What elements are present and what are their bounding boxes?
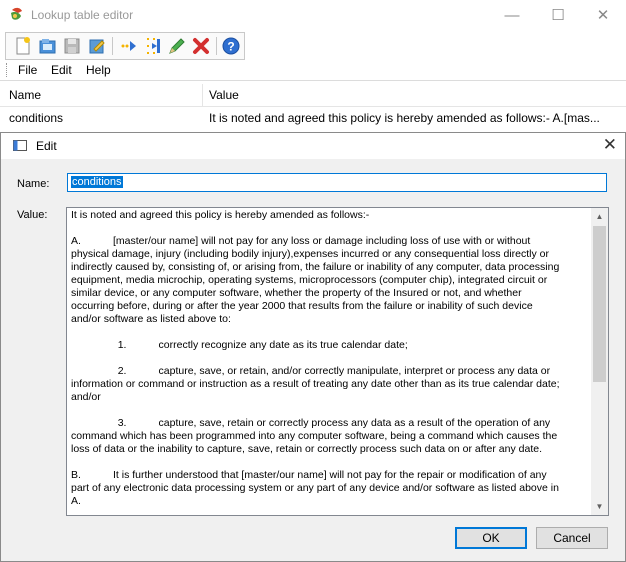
value-textarea[interactable]: It is noted and agreed this policy is he… xyxy=(66,207,609,516)
edit-pencil-icon[interactable] xyxy=(167,36,187,56)
grid-header: Name Value xyxy=(0,84,626,107)
scroll-up-arrow-icon[interactable]: ▲ xyxy=(591,208,608,225)
scrollbar-thumb[interactable] xyxy=(593,226,606,382)
delete-icon[interactable] xyxy=(191,36,211,56)
menu-grip xyxy=(6,63,9,77)
toolbar-separator xyxy=(112,37,113,55)
table-row[interactable]: conditions It is noted and agreed this p… xyxy=(0,107,626,129)
help-icon[interactable]: ? xyxy=(221,36,241,56)
name-input[interactable]: conditions xyxy=(67,173,607,192)
maximize-button[interactable]: ☐ xyxy=(535,0,581,31)
menu-edit[interactable]: Edit xyxy=(51,63,72,77)
column-header-name[interactable]: Name xyxy=(9,88,41,102)
run-icon[interactable] xyxy=(119,36,139,56)
dialog-titlebar: Edit ✕ xyxy=(1,133,625,159)
scroll-down-arrow-icon[interactable]: ▼ xyxy=(591,498,608,515)
menu-file[interactable]: File xyxy=(18,63,37,77)
save-icon[interactable] xyxy=(62,36,82,56)
edit-dialog: Edit ✕ Name: conditions Value: It is not… xyxy=(0,132,626,562)
row-name-cell[interactable]: conditions xyxy=(9,111,63,125)
row-value-cell[interactable]: It is noted and agreed this policy is he… xyxy=(209,111,600,125)
dialog-title: Edit xyxy=(36,139,57,153)
insert-row-icon[interactable] xyxy=(143,36,163,56)
new-icon[interactable] xyxy=(13,36,33,56)
main-titlebar: Lookup table editor — ☐ ✕ xyxy=(0,0,626,31)
window-title: Lookup table editor xyxy=(31,8,134,22)
edit-table-icon[interactable] xyxy=(87,36,107,56)
minimize-button[interactable]: — xyxy=(489,0,535,31)
name-label: Name: xyxy=(17,178,50,190)
app-logo-icon xyxy=(11,7,22,20)
toolbar-separator xyxy=(216,37,217,55)
dialog-close-button[interactable]: ✕ xyxy=(603,135,617,155)
svg-text:?: ? xyxy=(227,40,234,54)
value-text[interactable]: It is noted and agreed this policy is he… xyxy=(71,209,586,508)
vertical-scrollbar[interactable]: ▲ ▼ xyxy=(591,208,608,515)
value-label: Value: xyxy=(17,209,48,221)
ok-button[interactable]: OK xyxy=(455,527,527,549)
column-header-value[interactable]: Value xyxy=(209,88,239,102)
menu-bar: File Edit Help xyxy=(0,60,626,81)
name-input-value: conditions xyxy=(71,176,123,188)
toolbar: ? xyxy=(5,32,245,60)
menu-help[interactable]: Help xyxy=(86,63,111,77)
open-icon[interactable] xyxy=(38,36,58,56)
close-window-button[interactable]: ✕ xyxy=(580,0,626,31)
cancel-button[interactable]: Cancel xyxy=(536,527,608,549)
column-divider[interactable] xyxy=(202,84,203,106)
dialog-window-icon xyxy=(13,140,27,151)
